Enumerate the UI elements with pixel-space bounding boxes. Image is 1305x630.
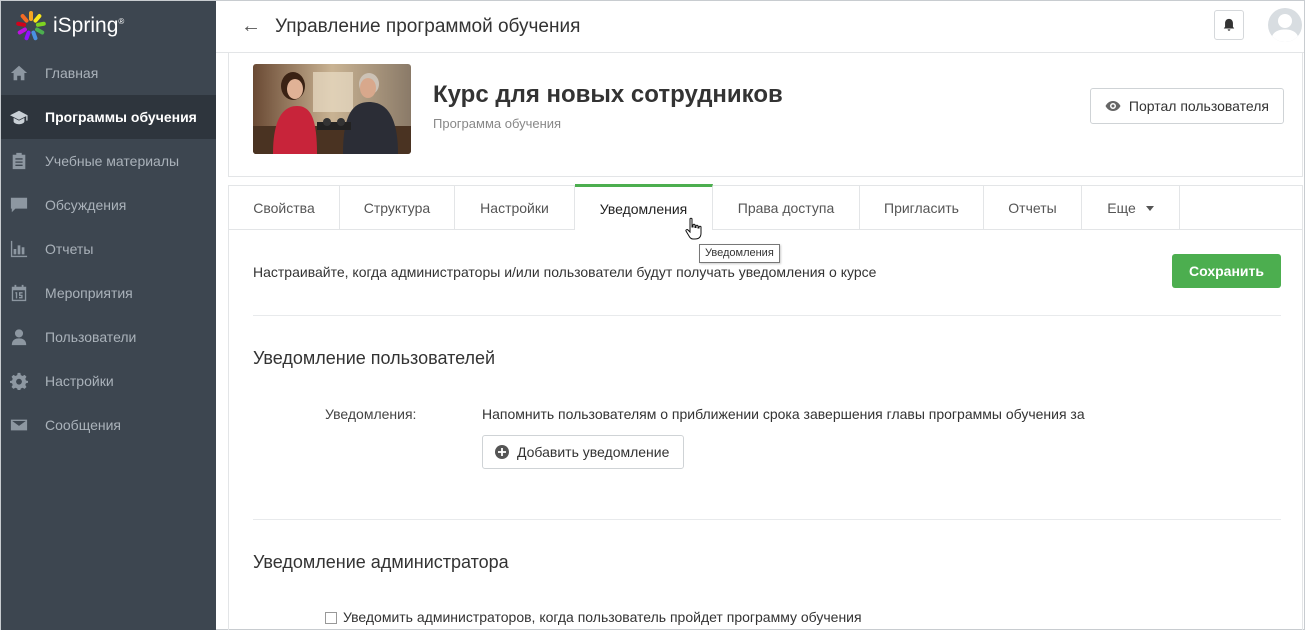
tab-label: Отчеты bbox=[1008, 200, 1057, 216]
eye-icon bbox=[1105, 101, 1121, 111]
tab-settings[interactable]: Настройки bbox=[455, 186, 575, 230]
sidebar-item-messages[interactable]: Сообщения bbox=[1, 403, 216, 447]
sidebar-item-label: Программы обучения bbox=[45, 109, 197, 125]
tab-reports[interactable]: Отчеты bbox=[984, 186, 1082, 230]
notifications-panel: Настраивайте, когда администраторы и/или… bbox=[228, 230, 1303, 630]
sidebar-item-label: Мероприятия bbox=[45, 285, 133, 301]
ispring-logo-icon bbox=[16, 11, 46, 41]
notifications-description: Настраивайте, когда администраторы и/или… bbox=[253, 264, 877, 280]
sidebar-item-label: Обсуждения bbox=[45, 197, 127, 213]
course-thumbnail bbox=[253, 64, 411, 154]
user-portal-label: Портал пользователя bbox=[1128, 98, 1269, 114]
add-notification-button[interactable]: Добавить уведомление bbox=[482, 435, 685, 469]
graduation-cap-icon bbox=[9, 107, 29, 127]
clipboard-icon bbox=[9, 151, 29, 171]
user-portal-button[interactable]: Портал пользователя bbox=[1089, 88, 1284, 124]
hand-cursor-icon bbox=[685, 217, 702, 240]
tab-structure[interactable]: Структура bbox=[340, 186, 455, 230]
tab-label: Настройки bbox=[480, 200, 549, 216]
home-icon bbox=[9, 63, 29, 83]
tab-label: Структура bbox=[363, 200, 431, 216]
sidebar-item-label: Отчеты bbox=[45, 241, 94, 257]
top-bar: ← Управление программой обучения bbox=[216, 1, 1304, 53]
course-type: Программа обучения bbox=[433, 116, 562, 131]
sidebar-item-programs[interactable]: Программы обучения bbox=[1, 95, 216, 139]
page-title: Управление программой обучения bbox=[275, 15, 581, 37]
user-avatar-icon bbox=[1271, 14, 1299, 42]
sidebar-item-users[interactable]: Пользователи bbox=[1, 315, 216, 359]
sidebar-item-discussions[interactable]: Обсуждения bbox=[1, 183, 216, 227]
sidebar-item-materials[interactable]: Учебные материалы bbox=[1, 139, 216, 183]
divider bbox=[253, 519, 1281, 520]
back-arrow-icon[interactable]: ← bbox=[241, 15, 261, 38]
sidebar-item-label: Сообщения bbox=[45, 417, 121, 433]
user-icon bbox=[9, 327, 29, 347]
sidebar-item-settings[interactable]: Настройки bbox=[1, 359, 216, 403]
divider bbox=[253, 315, 1281, 316]
bell-icon bbox=[1223, 18, 1235, 31]
logo-text: iSpring® bbox=[53, 14, 125, 37]
bar-chart-icon bbox=[9, 239, 29, 259]
tab-access-rights[interactable]: Права доступа bbox=[713, 186, 860, 230]
sidebar-item-label: Учебные материалы bbox=[45, 153, 180, 169]
sidebar: iSpring® Главная Программы обучения Учеб… bbox=[1, 1, 216, 630]
course-header: Курс для новых сотрудников Программа обу… bbox=[228, 53, 1303, 177]
user-notification-title: Уведомление пользователей bbox=[253, 348, 496, 368]
tab-invite[interactable]: Пригласить bbox=[860, 186, 984, 230]
chevron-down-icon bbox=[1145, 205, 1154, 211]
gear-icon bbox=[9, 371, 29, 391]
tab-label: Пригласить bbox=[884, 200, 959, 216]
plus-circle-icon bbox=[495, 445, 509, 459]
sidebar-item-label: Настройки bbox=[45, 373, 114, 389]
notifications-field-label: Уведомления: bbox=[325, 406, 417, 422]
admin-notification-title: Уведомление администратора bbox=[253, 552, 509, 572]
sidebar-item-label: Главная bbox=[45, 65, 99, 81]
sidebar-item-label: Пользователи bbox=[45, 329, 137, 345]
chat-icon bbox=[9, 195, 29, 215]
add-notification-label: Добавить уведомление bbox=[517, 444, 670, 460]
course-title: Курс для новых сотрудников bbox=[433, 81, 783, 108]
tab-label: Еще bbox=[1107, 200, 1136, 216]
sidebar-item-home[interactable]: Главная bbox=[1, 51, 216, 95]
calendar-icon bbox=[9, 283, 29, 303]
reminder-description: Напомнить пользователям о приближении ср… bbox=[482, 406, 1085, 422]
tab-label: Уведомления bbox=[599, 200, 688, 217]
envelope-icon bbox=[9, 415, 29, 435]
tab-label: Свойства bbox=[253, 200, 315, 216]
tab-bar: Свойства Структура Настройки Уведомления… bbox=[228, 184, 1303, 230]
avatar[interactable] bbox=[1268, 8, 1302, 42]
tab-tooltip: Уведомления bbox=[699, 244, 780, 263]
save-button[interactable]: Сохранить bbox=[1172, 254, 1281, 288]
tab-more[interactable]: Еще bbox=[1082, 186, 1180, 230]
notify-admins-checkbox[interactable] bbox=[325, 612, 337, 624]
notify-admins-option[interactable]: Уведомить администраторов, когда пользов… bbox=[325, 609, 862, 625]
notify-admins-label: Уведомить администраторов, когда пользов… bbox=[343, 609, 862, 625]
logo[interactable]: iSpring® bbox=[1, 1, 216, 51]
tab-properties[interactable]: Свойства bbox=[229, 186, 340, 230]
sidebar-item-events[interactable]: Мероприятия bbox=[1, 271, 216, 315]
notifications-button[interactable] bbox=[1214, 10, 1244, 40]
sidebar-item-reports[interactable]: Отчеты bbox=[1, 227, 216, 271]
tab-label: Права доступа bbox=[737, 200, 835, 216]
